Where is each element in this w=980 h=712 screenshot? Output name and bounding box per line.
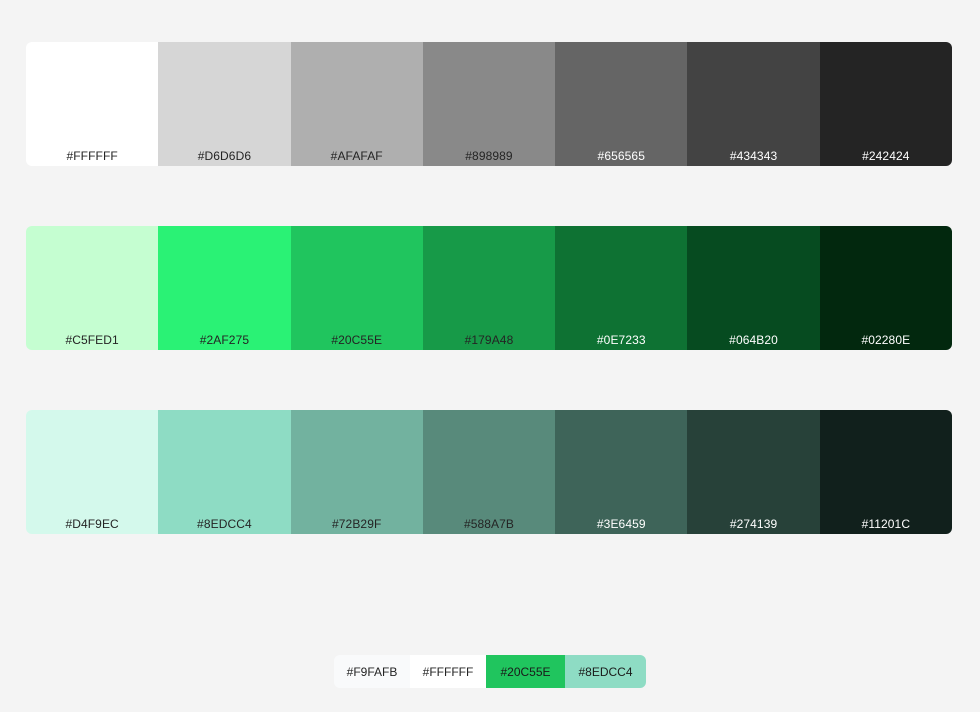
green-swatch[interactable]: #0E7233 bbox=[555, 226, 688, 350]
legend-chip[interactable]: #F9FAFB bbox=[334, 655, 410, 688]
swatch-hex-label: #656565 bbox=[597, 149, 645, 163]
mint-swatch[interactable]: #8EDCC4 bbox=[158, 410, 291, 534]
green-swatch[interactable]: #179A48 bbox=[422, 226, 556, 350]
swatch-hex-label: #064B20 bbox=[729, 333, 778, 347]
color-palette-canvas: #FFFFFF #D6D6D6 #AFAFAF #898989 #656565 … bbox=[0, 0, 980, 712]
swatch-hex-label: #20C55E bbox=[331, 333, 383, 347]
mint-swatch[interactable]: #11201C bbox=[819, 410, 952, 534]
green-palette-row: #C5FED1 #2AF275 #20C55E #179A48 #0E7233 … bbox=[26, 226, 952, 350]
swatch-hex-label: #D4F9EC bbox=[65, 517, 119, 531]
swatch-hex-label: #242424 bbox=[862, 149, 910, 163]
gray-swatch[interactable]: #898989 bbox=[422, 42, 556, 166]
legend-hex-label: #20C55E bbox=[500, 664, 551, 679]
swatch-hex-label: #72B29F bbox=[332, 517, 382, 531]
legend-hex-label: #FFFFFF bbox=[422, 664, 474, 679]
theme-color-legend: #F9FAFB #FFFFFF #20C55E #8EDCC4 bbox=[334, 655, 646, 688]
swatch-hex-label: #2AF275 bbox=[199, 333, 250, 347]
swatch-hex-label: #0E7233 bbox=[596, 333, 646, 347]
swatch-hex-label: #C5FED1 bbox=[65, 333, 119, 347]
swatch-hex-label: #3E6459 bbox=[596, 517, 646, 531]
gray-swatch[interactable]: #434343 bbox=[687, 42, 820, 166]
mint-swatch[interactable]: #72B29F bbox=[290, 410, 423, 534]
green-swatch[interactable]: #2AF275 bbox=[158, 226, 291, 350]
swatch-hex-label: #274139 bbox=[729, 517, 778, 531]
green-swatch[interactable]: #02280E bbox=[819, 226, 952, 350]
swatch-hex-label: #AFAFAF bbox=[330, 149, 383, 163]
swatch-hex-label: #179A48 bbox=[464, 333, 514, 347]
gray-swatch[interactable]: #656565 bbox=[555, 42, 688, 166]
legend-hex-label: #8EDCC4 bbox=[578, 664, 633, 679]
mint-palette-row: #D4F9EC #8EDCC4 #72B29F #588A7B #3E6459 … bbox=[26, 410, 952, 534]
legend-chip[interactable]: #8EDCC4 bbox=[565, 655, 646, 688]
gray-swatch[interactable]: #FFFFFF bbox=[26, 42, 159, 166]
swatch-hex-label: #434343 bbox=[729, 149, 778, 163]
mint-swatch[interactable]: #3E6459 bbox=[555, 410, 688, 534]
gray-swatch[interactable]: #D6D6D6 bbox=[158, 42, 291, 166]
swatch-hex-label: #11201C bbox=[861, 517, 911, 531]
swatch-hex-label: #D6D6D6 bbox=[197, 149, 252, 163]
swatch-hex-label: #02280E bbox=[861, 333, 911, 347]
legend-chip[interactable]: #20C55E bbox=[486, 655, 565, 688]
swatch-hex-label: #FFFFFF bbox=[66, 149, 118, 163]
legend-chip[interactable]: #FFFFFF bbox=[410, 655, 486, 688]
gray-palette-row: #FFFFFF #D6D6D6 #AFAFAF #898989 #656565 … bbox=[26, 42, 952, 166]
mint-swatch[interactable]: #274139 bbox=[687, 410, 820, 534]
mint-swatch[interactable]: #588A7B bbox=[422, 410, 556, 534]
legend-hex-label: #F9FAFB bbox=[346, 664, 398, 679]
swatch-hex-label: #898989 bbox=[465, 149, 513, 163]
green-swatch[interactable]: #064B20 bbox=[687, 226, 820, 350]
gray-swatch[interactable]: #242424 bbox=[819, 42, 952, 166]
gray-swatch[interactable]: #AFAFAF bbox=[290, 42, 423, 166]
green-swatch[interactable]: #20C55E bbox=[290, 226, 423, 350]
green-swatch[interactable]: #C5FED1 bbox=[26, 226, 159, 350]
swatch-hex-label: #8EDCC4 bbox=[197, 517, 252, 531]
swatch-hex-label: #588A7B bbox=[463, 517, 515, 531]
mint-swatch[interactable]: #D4F9EC bbox=[26, 410, 159, 534]
